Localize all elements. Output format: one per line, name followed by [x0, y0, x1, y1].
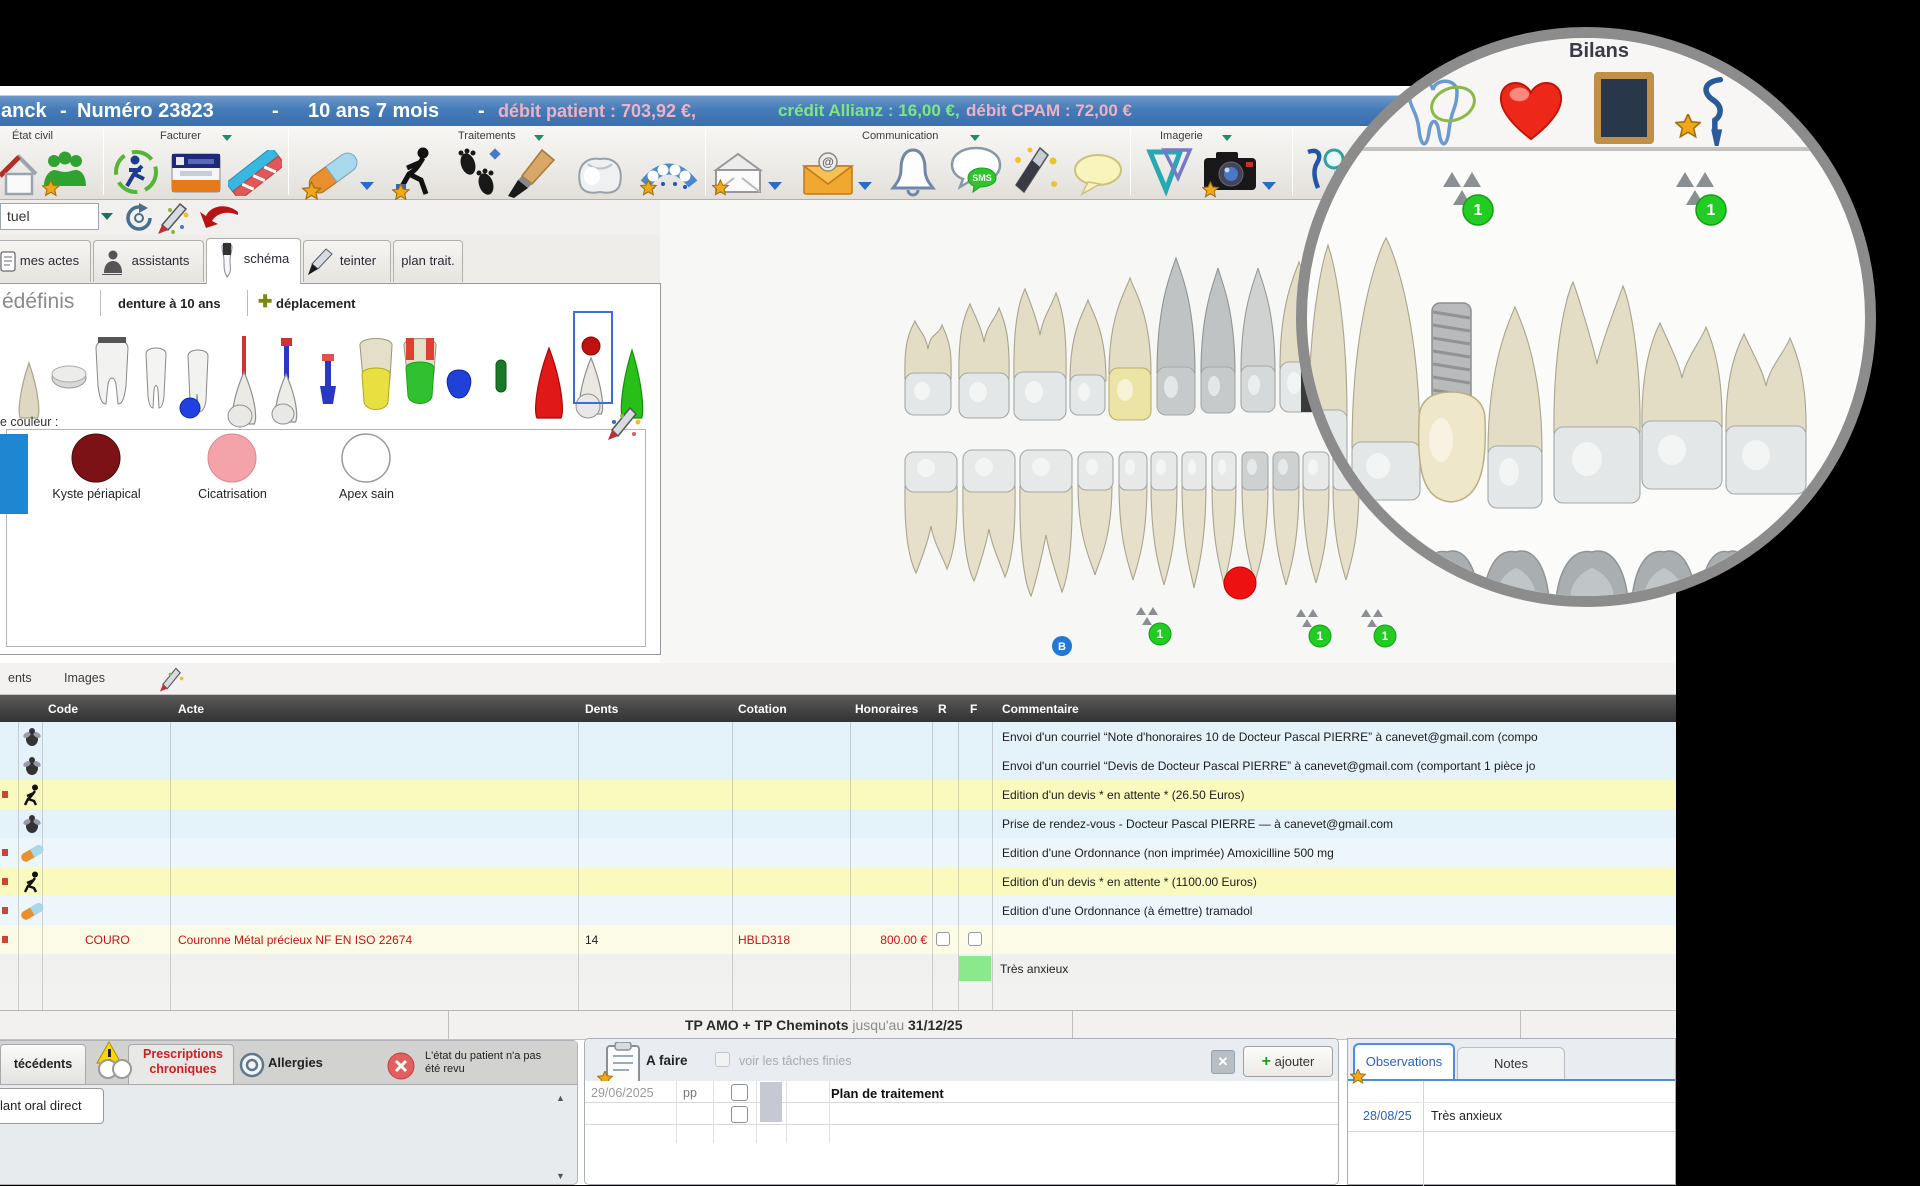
svg-text:SMS: SMS [972, 173, 992, 183]
svg-text:1: 1 [1382, 629, 1389, 643]
svg-text:1: 1 [1317, 629, 1324, 643]
svg-text:1: 1 [1707, 202, 1716, 219]
svg-text:@: @ [822, 155, 834, 169]
svg-text:B: B [1058, 641, 1066, 653]
svg-text:1: 1 [1157, 627, 1164, 641]
svg-text:1: 1 [1474, 202, 1483, 219]
